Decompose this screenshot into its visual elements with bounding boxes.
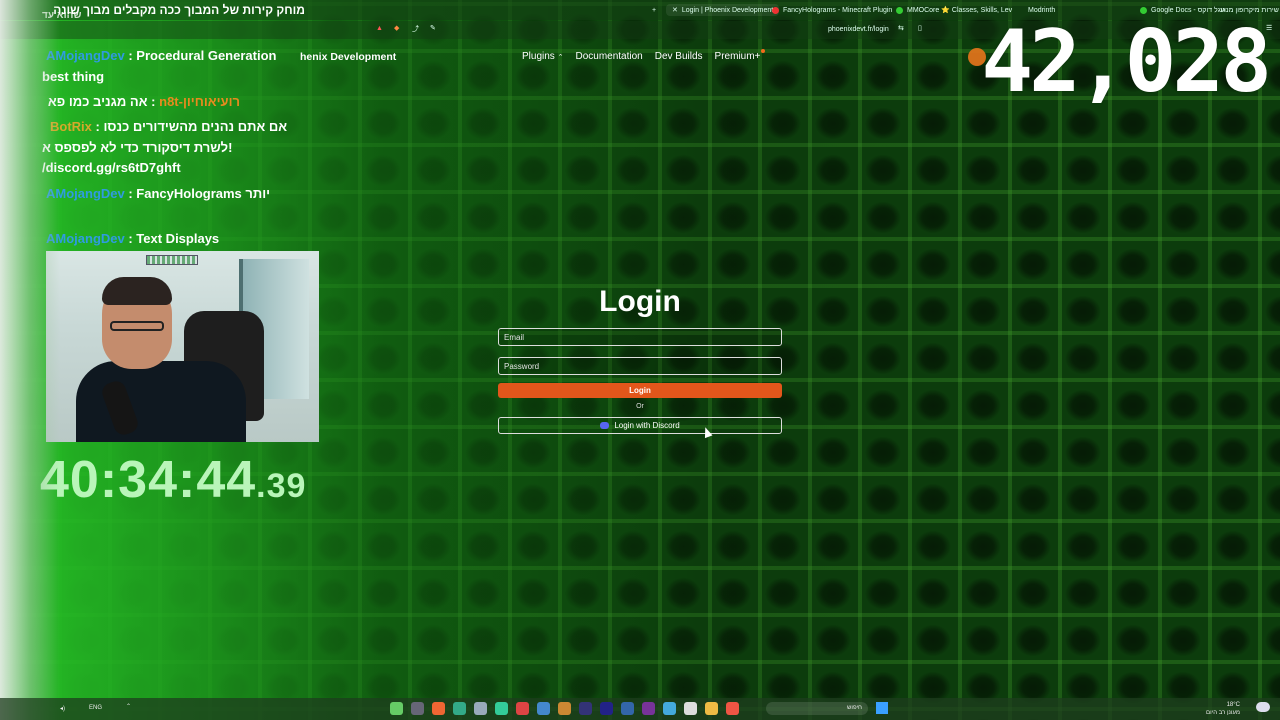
- stream-timer: 40:34:44.39: [40, 450, 306, 510]
- app-icon[interactable]: [600, 702, 613, 715]
- email-field[interactable]: [498, 328, 782, 346]
- glasses: [110, 321, 164, 331]
- app-icon[interactable]: [621, 702, 634, 715]
- language-indicator[interactable]: ENG: [89, 705, 102, 711]
- app-icon[interactable]: [579, 702, 592, 715]
- close-icon[interactable]: ✕: [672, 6, 678, 14]
- chat-message: AMojangDev : Text Displays: [46, 231, 220, 246]
- login-button[interactable]: Login: [498, 383, 782, 398]
- tab-favicon-icon: [772, 6, 779, 14]
- browser-tab-active[interactable]: ✕ Login | Phoenix Development: [666, 4, 780, 16]
- stream-counter: 42,028: [981, 12, 1272, 112]
- pinned-subtitle: שהוא עד: [42, 10, 82, 21]
- cloud-icon[interactable]: [1256, 702, 1270, 712]
- webcam-feed: [46, 251, 319, 442]
- app-icon[interactable]: [663, 702, 676, 715]
- translate-icon[interactable]: ⇆: [898, 24, 904, 32]
- chat-message: best thing: [42, 69, 105, 84]
- new-tab-button[interactable]: +: [652, 4, 656, 16]
- bookmark-icon[interactable]: ▯: [918, 24, 922, 32]
- notification-dot-icon: [761, 49, 766, 53]
- app-icon[interactable]: [474, 702, 487, 715]
- app-icon[interactable]: [537, 702, 550, 715]
- edit-icon[interactable]: ✎: [430, 24, 436, 32]
- app-icon[interactable]: [390, 702, 403, 715]
- nav-documentation[interactable]: Documentation: [575, 51, 642, 62]
- login-title: Login: [599, 285, 681, 318]
- nav-dev-builds[interactable]: Dev Builds: [655, 51, 703, 62]
- windows-taskbar: ◂) ENG ⌃ חיפוש 18°C מעונן רב היום: [0, 698, 1280, 720]
- taskbar-apps: [390, 702, 739, 715]
- discord-login-label: Login with Discord: [614, 421, 680, 430]
- tab-title: Login | Phoenix Development: [681, 6, 774, 14]
- chat-message: /discord.gg/rs6tD7ghft: [42, 160, 181, 175]
- chat-message: לשרת דיסקורד כדי לא לפספס א!: [42, 140, 233, 155]
- app-icon[interactable]: [495, 702, 508, 715]
- app-icon[interactable]: [726, 702, 739, 715]
- chat-message: AMojangDev : Procedural Generation: [46, 48, 277, 63]
- tab-title: FancyHolograms - Minecraft Plugin: [783, 6, 893, 14]
- nav-plugins[interactable]: Plugins ⌃: [522, 51, 563, 62]
- app-icon[interactable]: [453, 702, 466, 715]
- app-icon[interactable]: [642, 702, 655, 715]
- taskbar-weather-text: 18°C מעונן רב היום: [1206, 702, 1240, 716]
- chat-message: BotRix : אם אתם נהנים מהשידורים כנסו: [50, 119, 288, 134]
- or-divider: Or: [636, 403, 644, 410]
- brave-icon[interactable]: ◆: [394, 24, 399, 32]
- chat-message: AMojangDev : FancyHolograms יותר: [46, 186, 271, 201]
- browser-tab[interactable]: FancyHolograms - Minecraft Plugin: [772, 4, 892, 16]
- volume-icon[interactable]: ◂): [60, 705, 65, 712]
- battery-icon: [146, 255, 198, 265]
- url-input[interactable]: phoenixdevt.fr/login: [828, 26, 889, 33]
- password-field[interactable]: [498, 357, 782, 375]
- app-icon[interactable]: [432, 702, 445, 715]
- share-icon[interactable]: ⤴: [412, 24, 419, 34]
- chevron-up-icon: ⌃: [557, 54, 564, 61]
- timer-main: 40:34:44: [40, 451, 257, 509]
- nav-links: Plugins ⌃ Documentation Dev Builds Premi…: [522, 49, 766, 62]
- tab-favicon-icon: [896, 6, 903, 14]
- discord-icon: [600, 422, 610, 429]
- chevron-up-icon[interactable]: ⌃: [126, 703, 131, 710]
- timer-ms: .39: [256, 467, 307, 505]
- streamer-body: [76, 361, 246, 442]
- discord-login-button[interactable]: Login with Discord: [498, 417, 782, 434]
- app-icon[interactable]: [411, 702, 424, 715]
- shield-icon[interactable]: ▲: [376, 25, 383, 32]
- app-icon[interactable]: [558, 702, 571, 715]
- windows-start-icon[interactable]: [876, 702, 888, 714]
- chat-message: רועיאוחיון-n8t : אה מגניב כמו פא: [47, 94, 240, 109]
- brand-logo-text[interactable]: henix Development: [300, 51, 396, 63]
- app-icon[interactable]: [516, 702, 529, 715]
- app-icon[interactable]: [684, 702, 697, 715]
- nav-premium[interactable]: Premium+: [715, 49, 766, 62]
- app-icon[interactable]: [705, 702, 718, 715]
- taskbar-search[interactable]: חיפוש: [766, 702, 868, 715]
